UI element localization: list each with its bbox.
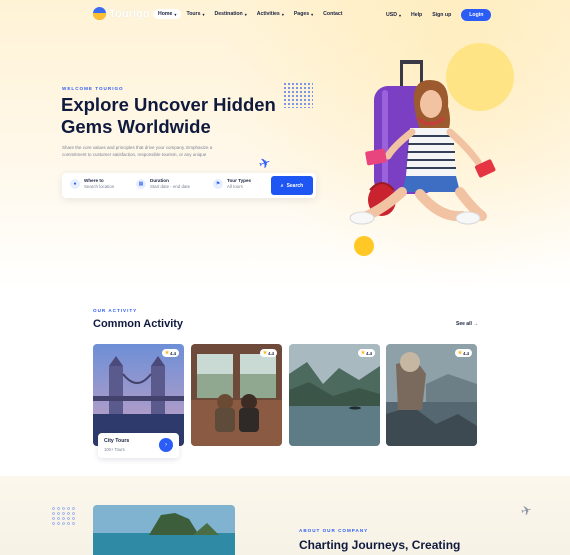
hero-section: ✈ Tourigo Home ▾ Tours ▾ Destination ▾ Acti…: [0, 0, 570, 290]
logo-text: Tourigo: [109, 7, 150, 20]
activity-card-image: [289, 344, 380, 446]
activity-card-train[interactable]: ★ 4.4: [191, 344, 282, 446]
chevron-right-icon[interactable]: ›: [159, 438, 173, 452]
activity-eyebrow: OUR ACTIVITY: [93, 308, 138, 313]
rating-badge: ★ 4.4: [454, 349, 472, 357]
where-to-field[interactable]: ● Where to Search location: [70, 178, 114, 189]
see-all-label: See all: [456, 321, 472, 327]
activity-card-coast[interactable]: ★ 4.4: [386, 344, 477, 446]
nav-item-label: Home: [158, 11, 173, 17]
about-title: Charting Journeys, Creating Memories On …: [299, 538, 461, 555]
duration-field[interactable]: ▦ Duration Start date - end date: [136, 178, 190, 189]
rating-value: 4.4: [170, 350, 176, 356]
rating-value: 4.4: [366, 350, 372, 356]
tour-search-bar: ● Where to Search location ▦ Duration St…: [62, 173, 316, 198]
about-eyebrow: ABOUT OUR COMPANY: [299, 528, 369, 533]
about-image: [93, 505, 235, 555]
arrow-right-icon: →: [473, 321, 479, 327]
top-navigation: Tourigo Home ▾ Tours ▾ Destination ▾ Activi…: [0, 0, 570, 30]
search-button-label: Search: [286, 182, 304, 189]
dot-pattern-decoration: [51, 506, 75, 526]
flag-icon: ⚑: [213, 178, 223, 189]
star-icon: ★: [360, 350, 366, 356]
nav-item-label: Destination: [214, 11, 243, 17]
rating-badge: ★ 4.4: [161, 349, 179, 357]
hero-description: Share the core values and principles tha…: [62, 145, 213, 157]
activity-title: Common Activity: [93, 318, 184, 330]
calendar-icon: ▦: [136, 178, 146, 189]
location-pin-icon: ●: [70, 178, 80, 189]
hero-traveler-image: [349, 60, 496, 225]
chevron-down-icon: ▾: [281, 11, 284, 17]
nav-item-tours[interactable]: Tours ▾: [181, 9, 209, 19]
hero-eyebrow: WELCOME TOURIGO: [62, 86, 124, 91]
where-to-value: Search location: [84, 184, 115, 189]
rating-badge: ★ 4.4: [259, 349, 277, 357]
activity-card-image: [93, 344, 184, 446]
login-button[interactable]: Login: [461, 9, 492, 21]
tour-types-field[interactable]: ⚑ Tour Types All tours: [213, 178, 251, 189]
nav-item-contact[interactable]: Contact: [318, 9, 347, 19]
nav-item-home[interactable]: Home ▾: [153, 9, 182, 19]
rating-value: 4.4: [463, 350, 469, 356]
nav-item-label: Pages: [293, 11, 310, 17]
nav-item-label: Activities: [256, 11, 280, 17]
help-link[interactable]: Help: [411, 10, 422, 20]
search-button[interactable]: ⌕ Search: [271, 176, 313, 195]
activity-card-city-tours[interactable]: ★ 4.4: [93, 344, 184, 446]
nav-item-destination[interactable]: Destination ▾: [209, 9, 251, 19]
activity-card-image: [386, 344, 477, 446]
about-photo-graphic: [93, 505, 235, 555]
logo-icon: [93, 7, 106, 20]
star-icon: ★: [457, 350, 463, 356]
star-icon: ★: [262, 350, 268, 356]
nav-item-activities[interactable]: Activities ▾: [252, 9, 289, 19]
activity-card-image: [191, 344, 282, 446]
duration-label: Duration: [150, 178, 169, 183]
tour-types-value: All tours: [227, 184, 243, 189]
rating-badge: ★ 4.4: [357, 349, 375, 357]
rating-value: 4.4: [268, 350, 274, 356]
star-icon: ★: [164, 350, 170, 356]
nav-item-label: Tours: [186, 11, 201, 17]
site-logo[interactable]: Tourigo: [93, 7, 150, 20]
search-icon: ⌕: [280, 182, 284, 189]
activity-card-lake[interactable]: ★ 4.4: [289, 344, 380, 446]
card-subtitle: 100+ Tours: [104, 447, 125, 452]
chevron-down-icon: ▾: [311, 11, 314, 17]
tour-types-label: Tour Types: [227, 178, 252, 183]
chevron-down-icon: ▾: [398, 12, 401, 18]
main-menu: Home ▾ Tours ▾ Destination ▾ Activities ▾ Pa…: [153, 9, 347, 19]
duration-value: Start date - end date: [150, 184, 191, 189]
signup-link[interactable]: Sign up: [432, 10, 451, 20]
currency-label: USD: [386, 12, 397, 18]
chevron-down-icon: ▾: [174, 11, 177, 17]
currency-selector[interactable]: USD ▾: [386, 10, 401, 20]
chevron-down-icon: ▾: [244, 11, 247, 17]
chevron-down-icon: ▾: [202, 11, 205, 17]
see-all-link[interactable]: See all →: [456, 321, 478, 327]
hero-title: Explore Uncover Hidden Gems Worldwide: [61, 94, 276, 137]
city-tours-info-card[interactable]: City Tours 100+ Tours ›: [98, 433, 179, 458]
card-title: City Tours: [104, 438, 130, 444]
nav-item-label: Contact: [323, 11, 343, 17]
nav-item-pages[interactable]: Pages ▾: [289, 9, 318, 19]
where-to-label: Where to: [84, 178, 104, 183]
nav-right-actions: USD ▾ Help Sign up Login: [386, 9, 492, 21]
yellow-circle-decoration: [354, 236, 374, 256]
